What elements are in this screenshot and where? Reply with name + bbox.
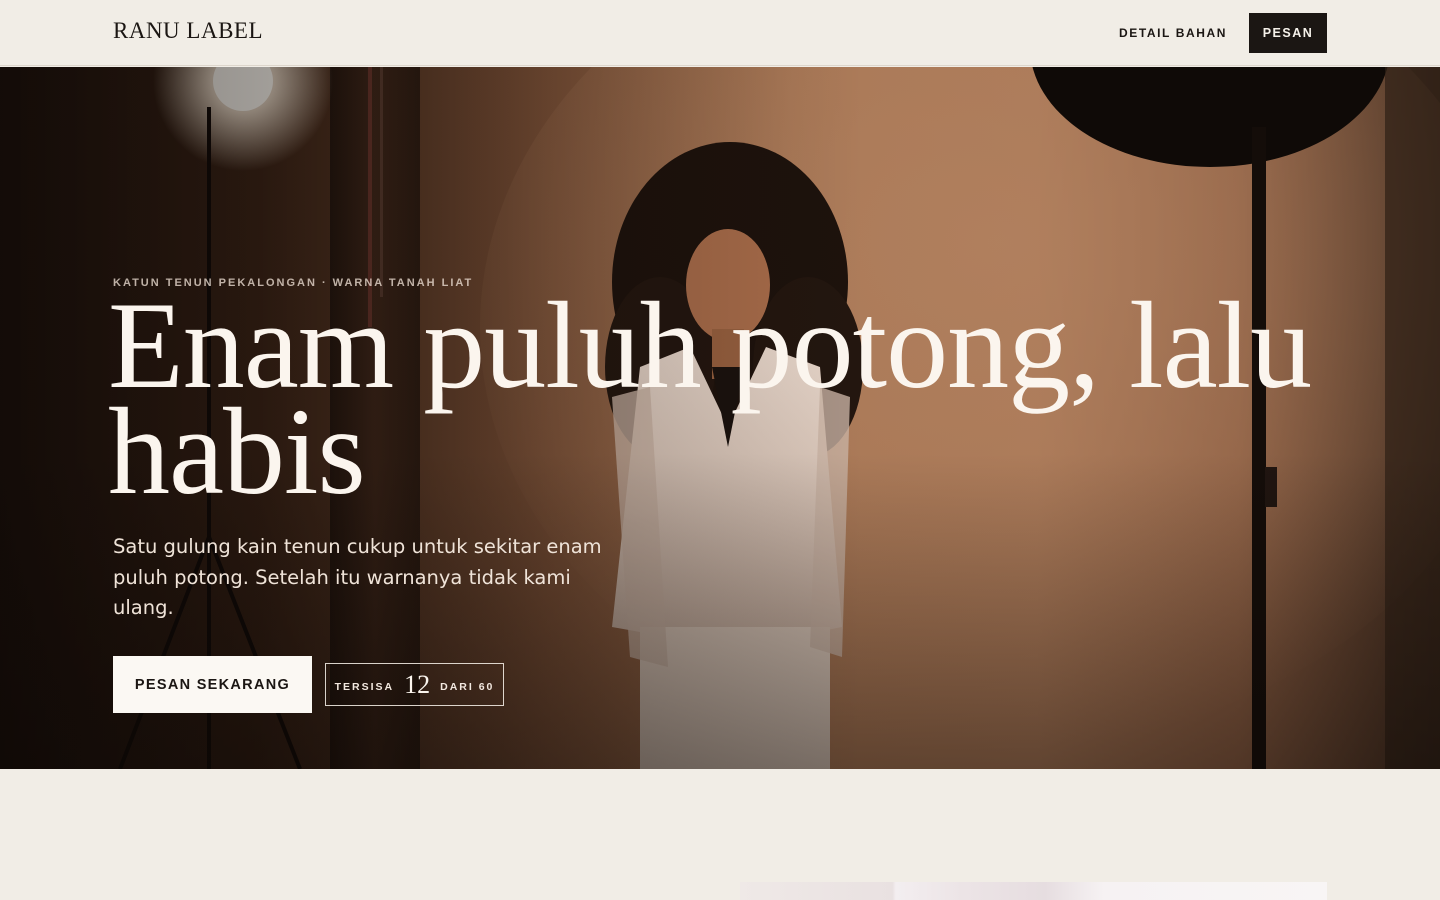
hero-headline: Enam puluh potong, lalu habis <box>108 277 1312 520</box>
next-section-image-peek <box>740 882 1327 900</box>
order-now-button[interactable]: PESAN SEKARANG <box>113 656 312 713</box>
stock-prefix: TERSISA <box>334 681 395 693</box>
stock-badge: TERSISA 12 DARI 60 <box>325 663 504 706</box>
nav-order-button[interactable]: PESAN <box>1249 13 1327 53</box>
stock-count: 12 <box>404 669 431 699</box>
stock-suffix: DARI 60 <box>440 681 495 693</box>
hero-section: KATUN TENUN PEKALONGAN · WARNA TANAH LIA… <box>0 67 1440 769</box>
hero-description: Satu gulung kain tenun cukup untuk sekit… <box>113 535 602 619</box>
nav-detail-bahan-link[interactable]: DETAIL BAHAN <box>1112 13 1234 53</box>
site-header: RANU LABEL DETAIL BAHAN PESAN <box>0 0 1440 66</box>
brand-logo[interactable]: RANU LABEL <box>113 18 263 44</box>
